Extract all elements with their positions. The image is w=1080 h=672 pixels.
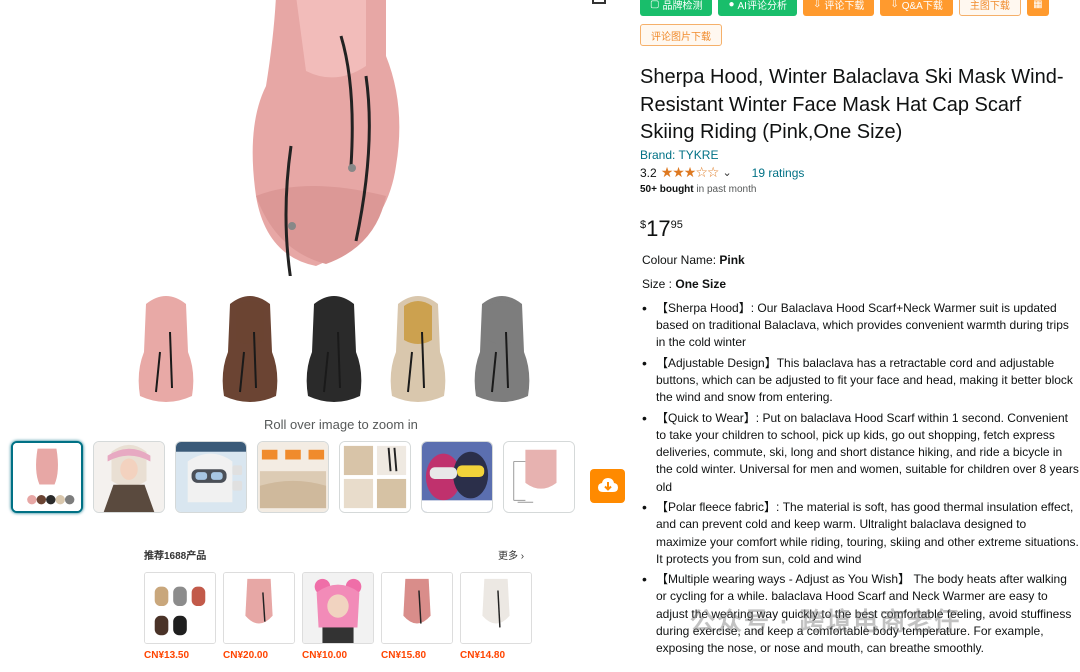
download-icon: ⇩ xyxy=(890,0,899,10)
feature-bullet: 【Multiple wearing ways - Adjust as You W… xyxy=(640,571,1080,657)
product-title: Sherpa Hood, Winter Balaclava Ski Mask W… xyxy=(640,66,1064,143)
ratings-link[interactable]: 19 ratings xyxy=(752,166,805,180)
brand-check-button[interactable]: ▢ 品牌检测 xyxy=(640,0,713,16)
pink-hood-image xyxy=(252,0,400,276)
grid-icon[interactable]: ▦ xyxy=(1026,0,1049,16)
cursor-icon xyxy=(592,0,606,4)
recommend-list: CN¥13.50 CN¥20.00 CN¥10.00 CN¥15.80 CN¥1… xyxy=(144,572,532,661)
colour-option: Colour Name: Pink xyxy=(642,253,745,267)
recommend-title: 推荐1688产品 xyxy=(144,551,207,562)
variant-hood xyxy=(390,296,446,402)
cloud-download-icon xyxy=(597,478,618,492)
price: $ 17 95 xyxy=(640,216,683,242)
variant-hood xyxy=(306,296,362,402)
bought-info: 50+ bought in past month xyxy=(640,184,757,195)
ai-review-button[interactable]: ● AI评论分析 xyxy=(718,0,797,16)
variant-hood xyxy=(474,296,530,402)
size-option: Size : One Size xyxy=(642,277,727,291)
brand-link[interactable]: Brand: TYKRE xyxy=(640,148,718,162)
feature-bullet: 【Quick to Wear】: Put on balaclava Hood S… xyxy=(640,410,1080,496)
star-rating-icon[interactable]: ★★★☆☆ xyxy=(661,164,720,181)
recommend-more-link[interactable]: 更多 › xyxy=(498,547,524,562)
variant-hood xyxy=(138,296,194,402)
price-whole: 17 xyxy=(646,216,671,241)
chevron-down-icon[interactable]: ⌄ xyxy=(722,166,731,179)
feature-bullet: 【Sherpa Hood】: Our Balaclava Hood Scarf+… xyxy=(640,300,1080,352)
thumbnail-7[interactable] xyxy=(503,441,575,513)
recommend-item[interactable]: CN¥20.00 xyxy=(223,572,295,661)
rating-value: 3.2 xyxy=(640,165,657,180)
plugin-toolbar: ▢ 品牌检测 ● AI评论分析 ⇩ 评论下载 ⇩ Q&A下载 主图下载 ▦ xyxy=(640,0,1049,16)
download-images-button[interactable] xyxy=(590,469,625,503)
recommend-item[interactable]: CN¥15.80 xyxy=(381,572,453,661)
thumbnail-3[interactable] xyxy=(175,441,247,513)
review-download-button[interactable]: ⇩ 评论下载 xyxy=(802,0,875,16)
thumbnail-5[interactable] xyxy=(339,441,411,513)
clipboard-icon: ▢ xyxy=(650,0,660,10)
recommend-item[interactable]: CN¥14.80 xyxy=(460,572,532,661)
recommend-price: CN¥10.00 xyxy=(302,650,348,661)
thumbnail-2[interactable] xyxy=(93,441,165,513)
variant-hood xyxy=(222,296,278,402)
feature-bullets: 【Sherpa Hood】: Our Balaclava Hood Scarf+… xyxy=(640,300,1080,661)
recommend-item[interactable]: CN¥10.00 xyxy=(302,572,374,661)
feature-bullet: 【Adjustable Design】This balaclava has a … xyxy=(640,355,1080,407)
recommend-price: CN¥14.80 xyxy=(460,650,506,661)
price-fraction: 95 xyxy=(670,219,683,231)
feature-bullet: 【Polar fleece fabric】: The material is s… xyxy=(640,499,1080,568)
download-icon: ⇩ xyxy=(812,0,822,10)
qa-download-button[interactable]: ⇩ Q&A下载 xyxy=(880,0,953,16)
recommend-price: CN¥13.50 xyxy=(144,650,190,661)
thumbnail-4[interactable] xyxy=(257,441,329,513)
main-image-download-button[interactable]: 主图下载 xyxy=(958,0,1021,16)
recommend-price: CN¥20.00 xyxy=(223,650,269,661)
robot-icon: ● xyxy=(728,0,735,10)
rating-row: 3.2 ★★★☆☆ ⌄ 19 ratings xyxy=(640,164,804,181)
review-images-download-button[interactable]: 评论图片下载 xyxy=(640,24,722,46)
zoom-hint: Roll over image to zoom in xyxy=(264,417,418,432)
main-product-image[interactable] xyxy=(236,0,426,294)
recommend-price: CN¥15.80 xyxy=(381,650,427,661)
color-variants-image xyxy=(130,292,550,412)
thumbnail-1[interactable] xyxy=(11,441,83,513)
thumbnail-strip xyxy=(11,441,575,513)
recommend-item[interactable]: CN¥13.50 xyxy=(144,572,216,661)
thumbnail-6[interactable] xyxy=(421,441,493,513)
